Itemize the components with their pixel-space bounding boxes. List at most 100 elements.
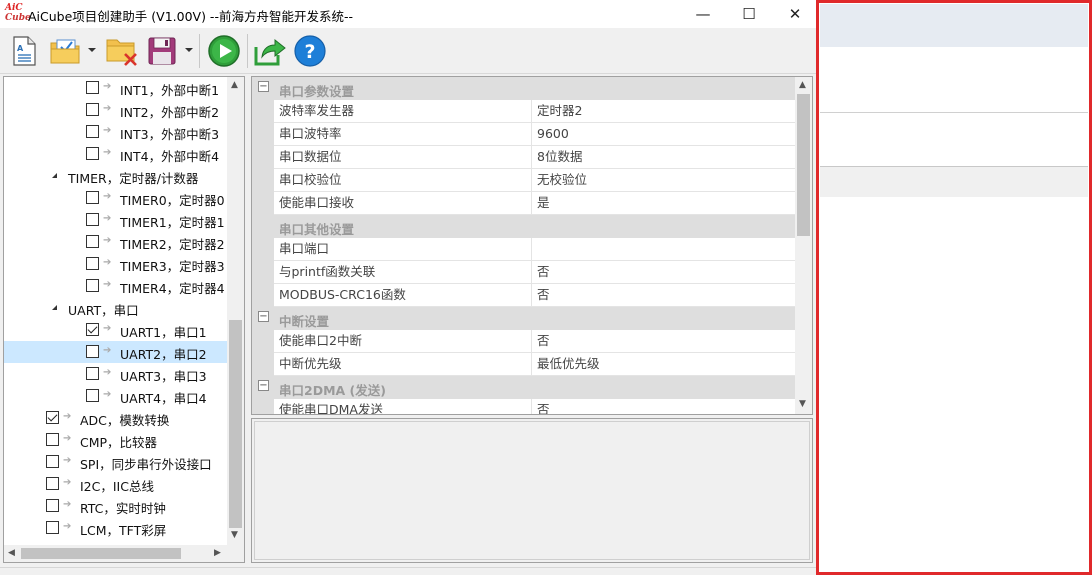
tree-item-checkbox[interactable] [86, 235, 99, 248]
tree-item-checkbox[interactable] [86, 323, 99, 336]
props-vertical-scrollbar[interactable]: ▲ ▼ [795, 77, 812, 414]
property-value[interactable] [532, 238, 796, 261]
tree-vertical-scrollbar[interactable]: ▲ ▼ [227, 77, 244, 545]
property-category[interactable]: − 中断设置 [252, 307, 796, 330]
property-row[interactable]: 波特率发生器 定时器2 [252, 100, 796, 123]
property-name: 波特率发生器 [274, 100, 532, 123]
peripheral-tree[interactable]: ➔ LCM，TFT彩屏 ➔ RTC，实时时钟 ➔ I2C，IIC总线 ➔ SPI，同步串行外设… [3, 76, 245, 563]
property-row[interactable]: 使能串口DMA发送否 [252, 399, 796, 414]
tree-item[interactable]: ➔ INT2，外部中断2 [4, 99, 230, 121]
collapse-toggle-icon[interactable]: − [258, 81, 269, 92]
tree-item-checkbox[interactable] [46, 499, 59, 512]
aicube-logo-icon: AiC Cube [5, 3, 31, 25]
property-value[interactable]: 8位数据 [532, 146, 796, 169]
property-row[interactable]: 使能串口2中断否 [252, 330, 796, 353]
tree-item-checkbox[interactable] [86, 81, 99, 94]
tree-item[interactable]: ➔ TIMER1，定时器1 [4, 209, 230, 231]
tree-item-checkbox[interactable] [86, 191, 99, 204]
property-value[interactable]: 9600 [532, 123, 796, 146]
tree-scroll-thumb[interactable] [229, 320, 242, 528]
tree-item[interactable]: ➔ INT1，外部中断1 [4, 77, 230, 99]
expand-collapse-icon[interactable] [52, 173, 57, 178]
tree-item[interactable]: ➔ UART4，串口4 [4, 385, 230, 407]
close-project-button[interactable] [104, 34, 140, 68]
tree-item[interactable]: ➔ TIMER4，定时器4 [4, 275, 230, 297]
tree-item-checkbox[interactable] [86, 257, 99, 270]
close-button[interactable]: ✕ [772, 0, 818, 28]
maximize-button[interactable]: ☐ [726, 0, 772, 28]
tree-item[interactable]: ➔ I2C，IIC总线 [4, 473, 230, 495]
property-row[interactable]: 与printf函数关联否 [252, 261, 796, 284]
export-button[interactable] [252, 34, 288, 68]
tree-item-checkbox[interactable] [46, 455, 59, 468]
tree-item[interactable]: ➔ TIMER2，定时器2 [4, 231, 230, 253]
scroll-down-arrow-icon[interactable]: ▼ [799, 399, 806, 409]
scroll-left-arrow-icon[interactable]: ◀ [8, 548, 15, 558]
tree-item[interactable]: ➔ CMP，比较器 [4, 429, 230, 451]
tree-item-checkbox[interactable] [46, 433, 59, 446]
tree-item[interactable]: ➔ UART3，串口3 [4, 363, 230, 385]
new-project-button[interactable]: A [9, 34, 39, 68]
tree-item-checkbox[interactable] [86, 213, 99, 226]
run-button[interactable] [206, 34, 242, 68]
tree-item-checkbox[interactable] [46, 521, 59, 534]
open-project-button[interactable] [48, 34, 84, 68]
property-value[interactable]: 否 [532, 284, 796, 307]
tree-item[interactable]: ➔ LCM，TFT彩屏 [4, 517, 230, 539]
tree-item-checkbox[interactable] [46, 477, 59, 490]
collapse-toggle-icon[interactable]: − [258, 311, 269, 322]
description-area [254, 421, 810, 560]
property-value[interactable]: 否 [532, 399, 796, 414]
property-row[interactable]: MODBUS-CRC16函数否 [252, 284, 796, 307]
scroll-right-arrow-icon[interactable]: ▶ [214, 548, 221, 558]
minimize-button[interactable]: — [680, 0, 726, 28]
tree-item-checkbox[interactable] [86, 389, 99, 402]
save-dropdown-arrow[interactable] [185, 48, 193, 52]
save-project-button[interactable] [145, 34, 179, 68]
scroll-up-arrow-icon[interactable]: ▲ [799, 80, 806, 90]
help-button[interactable]: ? [292, 34, 328, 68]
tree-item[interactable]: ➔ ADC，模数转换 [4, 407, 230, 429]
property-value[interactable]: 最低优先级 [532, 353, 796, 376]
tree-item[interactable]: ➔ TIMER0，定时器0 [4, 187, 230, 209]
tree-item[interactable]: ➔ INT3，外部中断3 [4, 121, 230, 143]
tree-item-checkbox[interactable] [86, 279, 99, 292]
property-value[interactable]: 否 [532, 330, 796, 353]
tree-item-checkbox[interactable] [86, 125, 99, 138]
tree-item[interactable]: TIMER，定时器/计数器 [4, 165, 230, 187]
props-scroll-thumb[interactable] [797, 94, 810, 236]
tree-item-checkbox[interactable] [86, 367, 99, 380]
property-grid[interactable]: 使能串口DMA发送否 − 串口2DMA (发送) 中断优先级 最低优先级 使能串口2中断否… [251, 76, 813, 415]
property-row[interactable]: 串口端口 [252, 238, 796, 261]
property-row[interactable]: 串口校验位 无校验位 [252, 169, 796, 192]
tree-item[interactable]: ➔ UART2，串口2 [4, 341, 230, 363]
open-dropdown-arrow[interactable] [88, 48, 96, 52]
property-value[interactable]: 否 [532, 261, 796, 284]
tree-hscroll-thumb[interactable] [21, 548, 181, 559]
tree-horizontal-scrollbar[interactable]: ◀ ▶ [4, 545, 244, 562]
collapse-toggle-icon[interactable]: − [258, 380, 269, 391]
tree-item-checkbox[interactable] [86, 345, 99, 358]
property-row[interactable]: 使能串口接收是 [252, 192, 796, 215]
tree-item[interactable]: ➔ UART1，串口1 [4, 319, 230, 341]
property-row[interactable]: 串口数据位 8位数据 [252, 146, 796, 169]
scroll-up-arrow-icon[interactable]: ▲ [231, 80, 238, 90]
property-category[interactable]: − 串口2DMA (发送) [252, 376, 796, 399]
tree-item[interactable]: ➔ SPI，同步串行外设接口 [4, 451, 230, 473]
tree-item[interactable]: UART，串口 [4, 297, 230, 319]
expand-collapse-icon[interactable] [52, 305, 57, 310]
tree-item-checkbox[interactable] [86, 103, 99, 116]
property-value[interactable]: 无校验位 [532, 169, 796, 192]
property-row[interactable]: 串口波特率 9600 [252, 123, 796, 146]
tree-item-checkbox[interactable] [86, 147, 99, 160]
property-category[interactable]: 串口其他设置 [252, 215, 796, 238]
tree-item[interactable]: ➔ TIMER3，定时器3 [4, 253, 230, 275]
property-value[interactable]: 定时器2 [532, 100, 796, 123]
property-row[interactable]: 中断优先级 最低优先级 [252, 353, 796, 376]
property-value[interactable]: 是 [532, 192, 796, 215]
property-category[interactable]: − 串口参数设置 [252, 77, 796, 100]
scroll-down-arrow-icon[interactable]: ▼ [231, 530, 238, 540]
tree-item-checkbox[interactable] [46, 411, 59, 424]
tree-item[interactable]: ➔ INT4，外部中断4 [4, 143, 230, 165]
tree-item[interactable]: ➔ RTC，实时时钟 [4, 495, 230, 517]
